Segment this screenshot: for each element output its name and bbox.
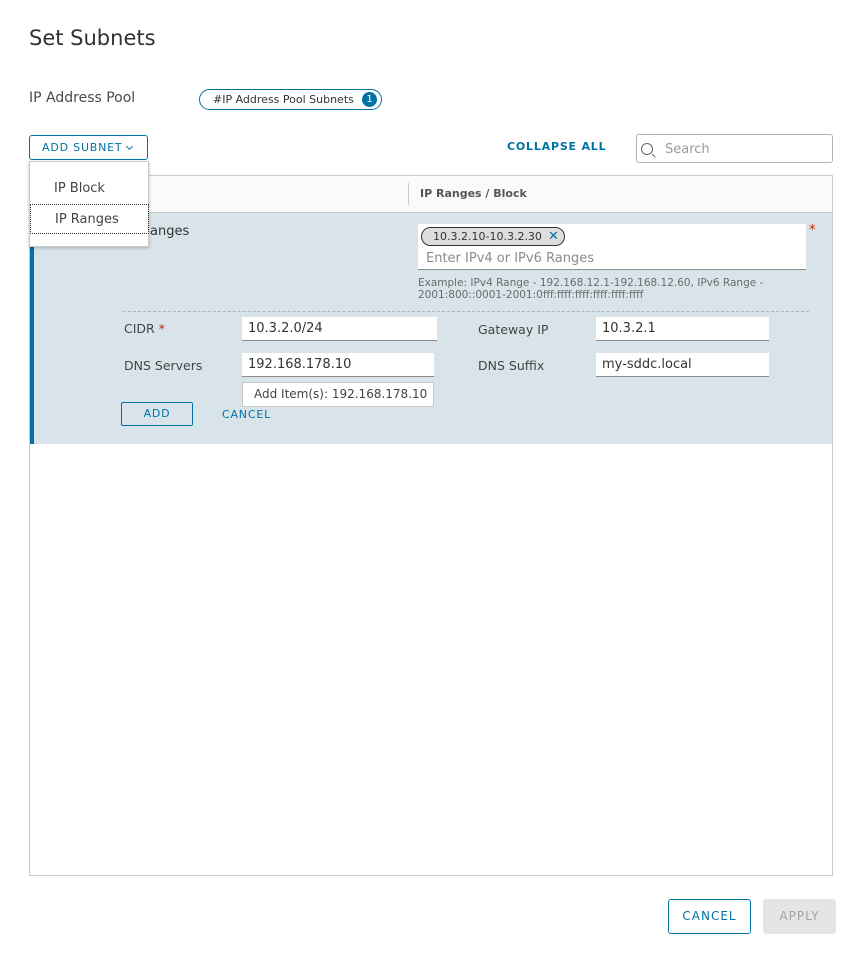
ip-ranges-input[interactable] [426,249,796,267]
subnets-grid: rce IP Ranges / Block anges 10.3.2.10-10… [29,175,833,876]
dns-suffix-label: DNS Suffix [478,358,545,373]
ip-ranges-example-hint: Example: IPv4 Range - 192.168.12.1-192.1… [418,277,764,301]
ip-range-chip: 10.3.2.10-10.3.2.30 ✕ [421,227,565,246]
ip-address-pool-subnets-pill[interactable]: #IP Address Pool Subnets 1 [199,89,382,110]
pool-pill-text: #IP Address Pool Subnets [213,93,354,106]
gateway-ip-field[interactable]: 10.3.2.1 [596,317,769,341]
menu-item-ip-ranges[interactable]: IP Ranges [30,204,149,234]
required-marker: * [809,223,816,238]
add-subnet-label: ADD SUBNET [42,141,123,154]
dialog-title: Set Subnets [29,26,156,50]
dns-suffix-field[interactable]: my-sddc.local [596,353,769,377]
subnet-edit-row: anges 10.3.2.10-10.3.2.30 ✕ * Example: I… [30,213,832,444]
dns-servers-label: DNS Servers [124,358,203,373]
cidr-field[interactable]: 10.3.2.0/24 [242,317,437,341]
cidr-required-marker: * [158,321,165,336]
column-header-ip-ranges-block[interactable]: IP Ranges / Block [420,176,527,212]
add-button[interactable]: ADD [121,402,193,426]
collapse-all-button[interactable]: COLLAPSE ALL [507,140,606,153]
search-input[interactable] [665,140,825,158]
ip-range-chip-label: 10.3.2.10-10.3.2.30 [433,230,542,243]
row-accent-bar [30,213,34,444]
search-icon [641,143,653,155]
grid-header: rce IP Ranges / Block [30,176,832,213]
chevron-down-icon [126,142,134,151]
menu-item-ip-block[interactable]: IP Block [30,174,148,204]
dns-add-items-suggestion[interactable]: Add Item(s): 192.168.178.10 [242,382,434,407]
cidr-label: CIDR * [124,321,165,336]
add-subnet-button[interactable]: ADD SUBNET [29,135,148,160]
apply-button[interactable]: APPLY [763,899,836,934]
row-cancel-button[interactable]: CANCEL [222,408,271,421]
dns-servers-field[interactable]: 192.168.178.10 [242,353,434,377]
remove-chip-icon[interactable]: ✕ [548,229,559,244]
pool-count-badge: 1 [362,92,377,107]
search-box [636,134,833,163]
gateway-ip-label: Gateway IP [478,322,549,337]
cidr-label-text: CIDR [124,321,155,336]
dialog-cancel-button[interactable]: CANCEL [668,899,751,934]
add-subnet-menu: IP Block IP Ranges [29,161,149,247]
ip-ranges-field[interactable]: 10.3.2.10-10.3.2.30 ✕ [418,224,806,270]
section-divider [123,311,809,312]
ip-address-pool-label: IP Address Pool [29,90,136,106]
source-value: anges [150,224,190,239]
column-divider[interactable] [408,183,409,205]
